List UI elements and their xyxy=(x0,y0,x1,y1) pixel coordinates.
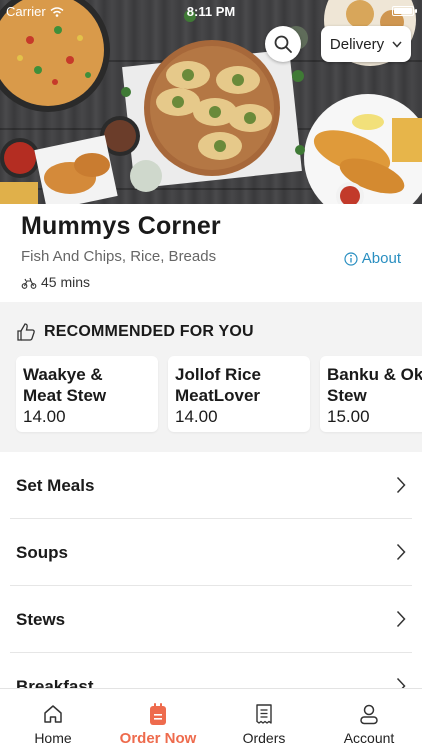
chevron-right-icon xyxy=(396,543,406,561)
search-icon xyxy=(274,35,292,53)
recommended-title: RECOMMENDED FOR YOU xyxy=(44,323,254,340)
recommended-card[interactable]: Jollof Rice MeatLover 14.00 xyxy=(168,356,310,432)
category-label: Breakfast xyxy=(16,677,94,688)
recommended-item-name: Jollof Rice MeatLover xyxy=(175,365,261,405)
restaurant-name: Mummys Corner xyxy=(21,212,221,240)
tab-account[interactable]: Account xyxy=(316,689,422,750)
menu-category-breakfast[interactable]: Breakfast xyxy=(0,653,422,688)
status-bar: Carrier 8:11 PM xyxy=(0,0,422,22)
recommended-card[interactable]: Banku & Okro Stew 15.00 xyxy=(320,356,422,432)
menu-category-set-meals[interactable]: Set Meals xyxy=(0,452,422,519)
hero-banner: Carrier 8:11 PM Delivery xyxy=(0,0,422,204)
recommended-item-price: 14.00 xyxy=(23,407,66,426)
recommended-item-name: Banku & Okro Stew xyxy=(327,365,422,405)
chevron-right-icon xyxy=(396,677,406,688)
recommended-carousel[interactable]: Waakye & Meat Stew 14.00 Jollof Rice Mea… xyxy=(16,356,422,432)
tab-label: Account xyxy=(343,730,395,746)
category-label: Set Meals xyxy=(16,476,95,495)
menu-category-soups[interactable]: Soups xyxy=(0,519,422,586)
recommended-item-name: Waakye & Meat Stew xyxy=(23,365,107,405)
tab-order-now[interactable]: Order Now xyxy=(105,689,211,750)
menu-category-stews[interactable]: Stews xyxy=(0,586,422,653)
tab-home[interactable]: Home xyxy=(0,689,106,750)
scooter-icon xyxy=(21,277,37,289)
chevron-down-icon xyxy=(392,41,402,48)
about-link[interactable]: About xyxy=(344,250,401,267)
receipt-icon xyxy=(256,704,272,724)
home-icon xyxy=(44,705,62,723)
account-icon xyxy=(360,704,378,725)
battery-icon xyxy=(392,6,417,16)
delivery-mode-select[interactable]: Delivery xyxy=(321,26,411,62)
recommended-card[interactable]: Waakye & Meat Stew 14.00 xyxy=(16,356,158,432)
recommended-section: RECOMMENDED FOR YOU Waakye & Meat Stew 1… xyxy=(0,302,422,452)
delivery-eta: 45 mins xyxy=(21,274,90,290)
tab-orders[interactable]: Orders xyxy=(211,689,317,750)
restaurant-info: Mummys Corner Fish And Chips, Rice, Brea… xyxy=(0,204,422,302)
tab-label: Order Now xyxy=(119,730,197,747)
menu-categories: Set Meals Soups Stews Breakfast xyxy=(0,452,422,688)
clock: 8:11 PM xyxy=(186,4,236,19)
eta-label: 45 mins xyxy=(41,274,91,290)
restaurant-cuisine: Fish And Chips, Rice, Breads xyxy=(21,248,217,265)
recommended-item-price: 15.00 xyxy=(327,407,370,426)
category-label: Soups xyxy=(16,543,68,562)
category-label: Stews xyxy=(16,610,66,629)
thumbs-up-icon xyxy=(17,323,35,341)
recommended-item-price: 14.00 xyxy=(175,407,218,426)
order-icon xyxy=(150,703,166,725)
delivery-label: Delivery xyxy=(329,35,385,53)
tab-label: Orders xyxy=(242,730,286,746)
info-icon xyxy=(344,251,358,266)
tab-bar: Home Order Now Orders Account xyxy=(0,688,422,750)
recommended-header: RECOMMENDED FOR YOU xyxy=(16,322,254,342)
tab-label: Home xyxy=(34,730,72,746)
chevron-right-icon xyxy=(396,476,406,494)
search-button[interactable] xyxy=(265,26,301,62)
chevron-right-icon xyxy=(396,610,406,628)
about-label: About xyxy=(361,250,401,267)
